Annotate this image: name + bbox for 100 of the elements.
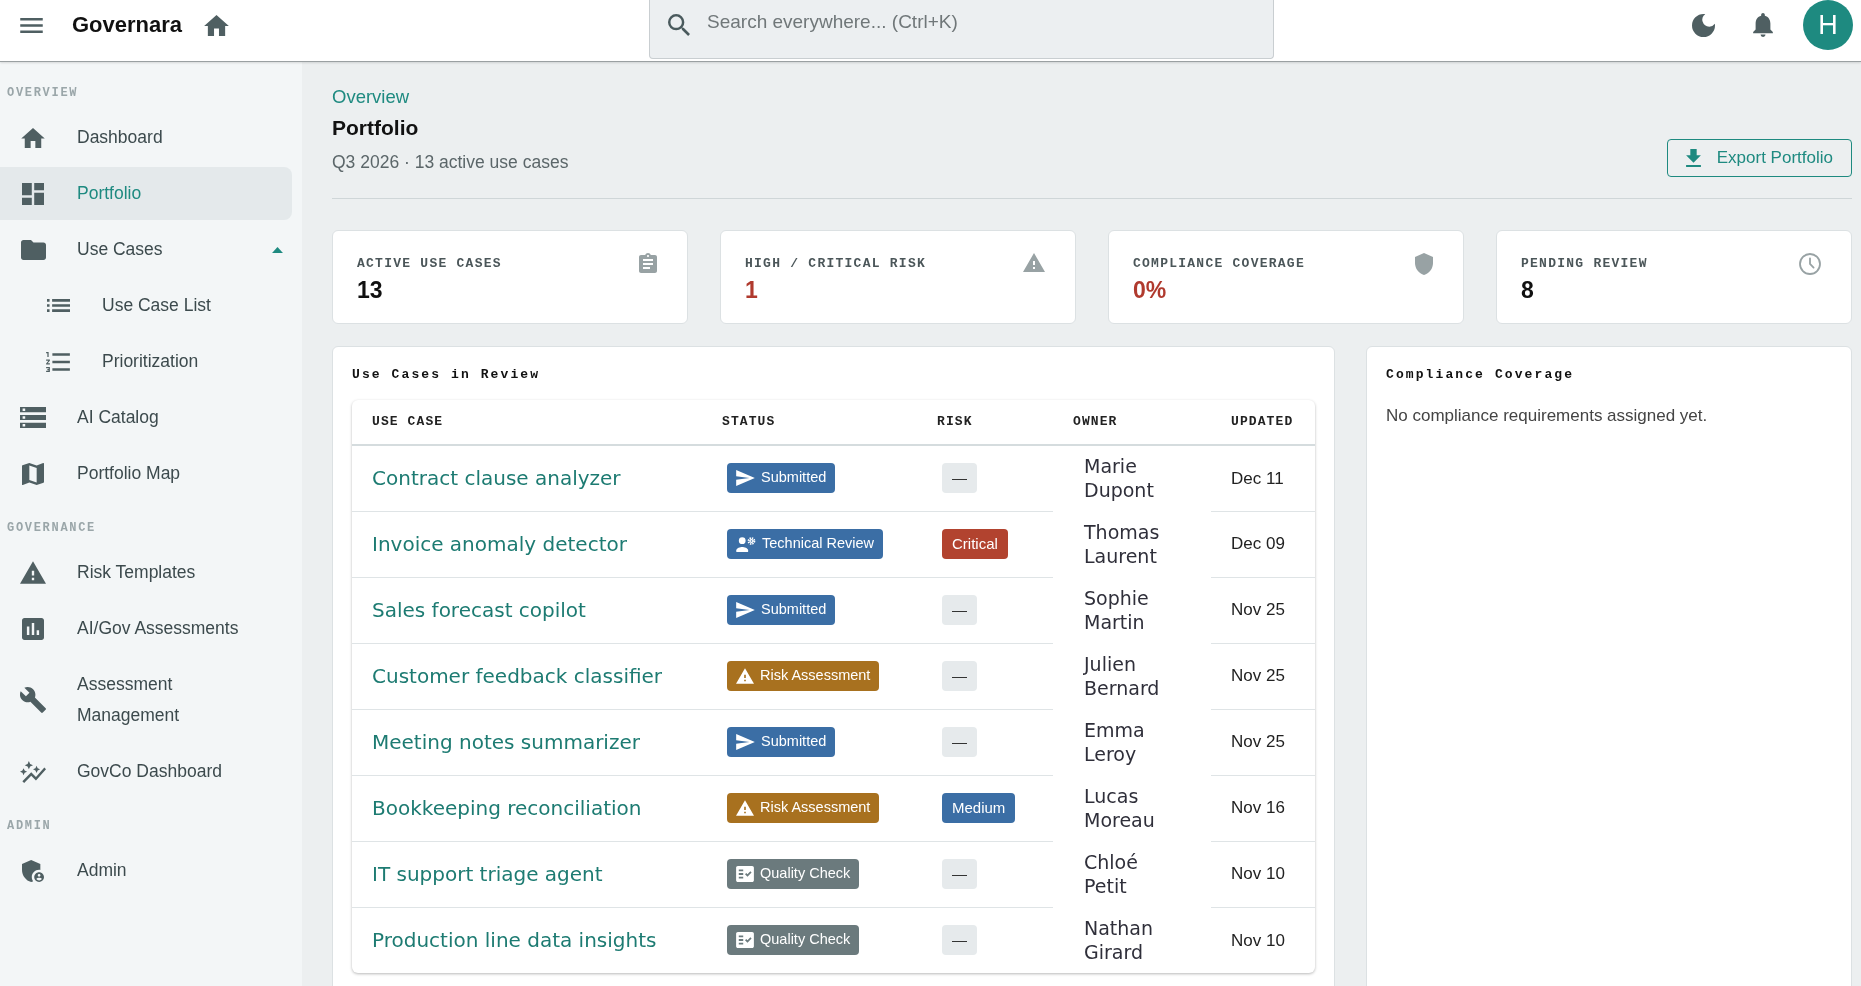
checklist-icon: [736, 932, 754, 949]
export-button[interactable]: Export Portfolio: [1666, 139, 1852, 177]
sidebar-item[interactable]: Use Case List: [0, 279, 292, 332]
person-gear-icon: [736, 536, 756, 552]
download-icon: [1685, 149, 1701, 167]
sidebar-item[interactable]: Admin: [0, 844, 292, 897]
updated-date: Nov 10: [1231, 864, 1285, 884]
owner-name: Thomas Laurent: [1084, 519, 1160, 569]
risk-badge: Medium: [942, 793, 1016, 823]
updated-date: Nov 10: [1231, 930, 1285, 950]
updated-date: Nov 16: [1231, 798, 1285, 818]
folder-icon: [20, 239, 46, 260]
updated-date: Nov 25: [1231, 732, 1285, 752]
updated-date: Nov 25: [1231, 666, 1285, 686]
use-case-link[interactable]: Meeting notes summarizer: [372, 730, 640, 754]
status-label: Technical Review: [762, 534, 875, 554]
column-header: STATUS: [722, 413, 776, 432]
sidebar-item[interactable]: Dashboard: [0, 111, 292, 164]
use-case-link[interactable]: IT support triage agent: [372, 862, 603, 886]
column-header: RISK: [937, 413, 973, 432]
map-icon: [22, 462, 44, 485]
warning-icon: [20, 561, 46, 584]
search-field[interactable]: Search everywhere... (Ctrl+K): [649, 0, 1274, 59]
status-label: Quality Check: [760, 930, 851, 950]
stat-value: 1: [745, 276, 758, 304]
section-title: ADMIN: [6, 818, 53, 834]
status-label: Submitted: [761, 468, 827, 488]
clipboard-icon: [639, 253, 657, 273]
storage-icon: [20, 407, 46, 428]
bell-icon[interactable]: [1753, 13, 1773, 37]
owner-name: Sophie Martin: [1084, 585, 1149, 635]
owner-name: Julien Bernard: [1084, 651, 1160, 701]
menu-icon[interactable]: [20, 17, 43, 33]
send-icon: [736, 470, 755, 487]
stat-label: HIGH / CRITICAL RISK: [745, 256, 927, 272]
section-title: GOVERNANCE: [6, 520, 97, 536]
sidebar-item[interactable]: GovCo Dashboard: [0, 745, 292, 798]
stat-label: COMPLIANCE COVERAGE: [1133, 256, 1305, 272]
column-header: UPDATED: [1231, 413, 1294, 432]
stat-value: 0%: [1133, 276, 1167, 304]
page-subtitle: Q3 2026 · 13 active use cases: [332, 151, 569, 174]
risk-badge: —: [942, 727, 977, 757]
sidebar-item[interactable]: Use Cases: [0, 223, 292, 276]
stat-value: 8: [1521, 276, 1534, 304]
column-header: USE CASE: [372, 413, 444, 432]
risk-badge: —: [942, 925, 977, 956]
status-label: Risk Assessment: [760, 666, 871, 686]
updated-date: Dec 11: [1231, 468, 1284, 488]
send-icon: [736, 602, 755, 618]
panel-title: Use Cases in Review: [352, 367, 541, 383]
checklist-icon: [736, 866, 754, 882]
owner-name: Nathan Girard: [1084, 915, 1154, 965]
shield-user-icon: [22, 859, 44, 882]
section-title: OVERVIEW: [6, 85, 80, 101]
breadcrumb-link[interactable]: Overview: [332, 86, 410, 108]
bar-chart-icon: [22, 617, 44, 640]
owner-name: Marie Dupont: [1084, 453, 1154, 503]
avatar[interactable]: H: [1803, 0, 1853, 50]
sidebar-item[interactable]: AI Catalog: [0, 391, 292, 444]
use-case-link[interactable]: Contract clause analyzer: [372, 466, 621, 491]
sidebar-item[interactable]: Assessment Management: [0, 658, 292, 742]
sidebar-item[interactable]: Portfolio: [0, 167, 292, 220]
sidebar-item[interactable]: AI/Gov Assessments: [0, 602, 292, 655]
wrench-icon: [20, 687, 46, 713]
status-label: Submitted: [761, 600, 827, 620]
grid-icon: [22, 182, 44, 205]
risk-badge: —: [942, 463, 977, 494]
list-icon: [46, 299, 70, 312]
moon-icon[interactable]: [1692, 13, 1715, 37]
use-case-link[interactable]: Production line data insights: [372, 928, 657, 953]
sidebar-item[interactable]: Risk Templates: [0, 546, 292, 599]
risk-badge: Critical: [942, 529, 1008, 559]
stat-value: 13: [357, 276, 383, 304]
risk-badge: —: [942, 661, 977, 691]
shield-icon: [1415, 253, 1433, 275]
risk-badge: —: [942, 595, 977, 625]
use-case-link[interactable]: Customer feedback classifier: [372, 664, 663, 688]
warning-icon: [736, 800, 754, 816]
warning-icon: [736, 668, 754, 684]
warning-icon: [1023, 253, 1045, 272]
brand-name: Governara: [72, 11, 183, 39]
home-icon[interactable]: [204, 14, 230, 36]
status-label: Risk Assessment: [760, 798, 871, 818]
owner-name: Emma Leroy: [1084, 717, 1145, 767]
sidebar-item[interactable]: Prioritization: [0, 335, 292, 388]
stat-label: PENDING REVIEW: [1521, 256, 1648, 272]
owner-name: Lucas Moreau: [1084, 783, 1155, 833]
sidebar-item[interactable]: Portfolio Map: [0, 447, 292, 500]
owner-name: Chloé Petit: [1084, 849, 1138, 899]
search-icon: [668, 14, 690, 36]
use-case-link[interactable]: Invoice anomaly detector: [372, 532, 627, 556]
status-label: Submitted: [761, 732, 827, 752]
use-case-link[interactable]: Bookkeeping reconciliation: [372, 796, 642, 820]
use-case-link[interactable]: Sales forecast copilot: [372, 598, 586, 622]
send-icon: [736, 734, 755, 750]
clock-icon: [1799, 253, 1821, 275]
column-header: OWNER: [1073, 413, 1118, 432]
page-title: Portfolio: [332, 115, 419, 141]
sparkle-chart-icon: [20, 760, 46, 783]
updated-date: Nov 25: [1231, 600, 1285, 620]
